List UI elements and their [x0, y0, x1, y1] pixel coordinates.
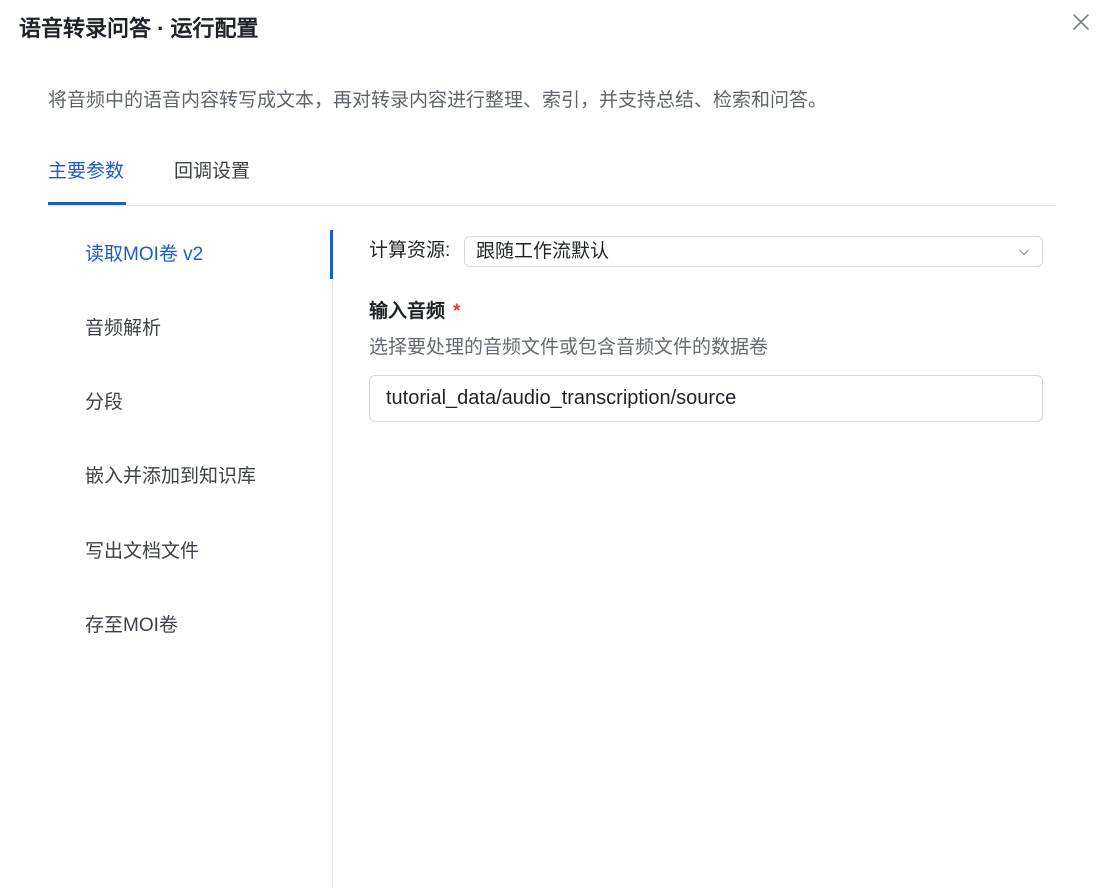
input-audio-field[interactable] — [369, 375, 1043, 422]
dialog-description: 将音频中的语音内容转写成文本，再对转录内容进行整理、索引，并支持总结、检索和问答… — [48, 90, 828, 111]
compute-resource-value: 跟随工作流默认 — [476, 241, 610, 262]
chevron-down-icon — [1018, 249, 1030, 256]
step-item-save-moi-volume[interactable]: 存至MOI卷 — [85, 612, 178, 640]
step-item-write-document[interactable]: 写出文档文件 — [85, 538, 199, 566]
compute-resource-label: 计算资源: — [369, 240, 451, 261]
step-item-audio-parse[interactable]: 音频解析 — [85, 315, 161, 343]
step-item-read-moi-volume[interactable]: 读取MOI卷 v2 — [85, 241, 203, 269]
close-icon — [1073, 14, 1089, 30]
tab-callback-settings[interactable]: 回调设置 — [174, 158, 250, 186]
required-mark: * — [453, 301, 461, 322]
input-audio-label: 输入音频 * — [369, 298, 460, 326]
active-step-indicator — [330, 230, 333, 279]
input-audio-hint: 选择要处理的音频文件或包含音频文件的数据卷 — [369, 337, 769, 358]
tab-divider — [48, 205, 1056, 206]
step-item-embed-knowledge-base[interactable]: 嵌入并添加到知识库 — [85, 463, 256, 491]
close-button[interactable] — [1071, 12, 1091, 32]
step-item-segment[interactable]: 分段 — [85, 389, 123, 417]
compute-resource-select[interactable]: 跟随工作流默认 — [464, 236, 1043, 267]
input-audio-label-text: 输入音频 — [369, 301, 446, 322]
tab-main-params[interactable]: 主要参数 — [48, 158, 124, 186]
dialog-title: 语音转录问答 · 运行配置 — [19, 16, 259, 41]
nav-divider — [332, 230, 333, 888]
